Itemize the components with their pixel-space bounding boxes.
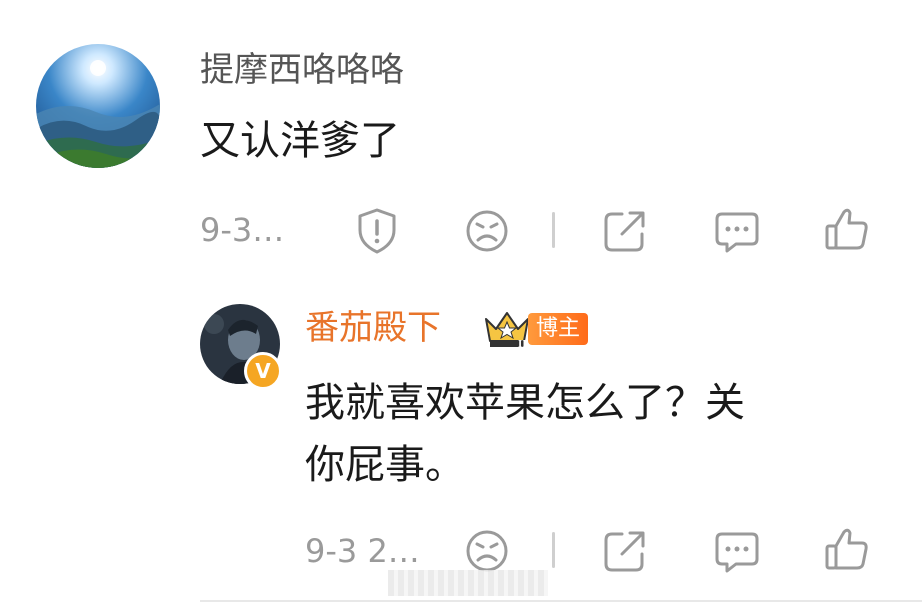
crown-icon: II	[485, 312, 529, 349]
report-icon	[358, 208, 396, 254]
dislike-button[interactable]	[462, 526, 512, 576]
share-button[interactable]	[600, 206, 650, 256]
landscape-avatar-image	[36, 44, 160, 168]
divider	[552, 212, 555, 248]
verified-badge: V	[244, 352, 282, 390]
share-icon	[604, 211, 645, 252]
dislike-button[interactable]	[462, 206, 512, 256]
comment-icon	[715, 212, 759, 253]
username[interactable]: 提摩西咯咯咯	[200, 50, 404, 90]
watermark-overlay	[388, 570, 548, 596]
like-icon	[825, 208, 868, 250]
like-button[interactable]	[822, 524, 872, 574]
sad-face-icon	[466, 210, 508, 252]
vip-badge[interactable]: II 博主	[482, 309, 598, 349]
comment-text-line-2: 你屁事。	[305, 442, 465, 488]
username[interactable]: 番茄殿下	[305, 308, 441, 348]
like-icon	[825, 528, 868, 570]
blogger-tag: 博主	[528, 313, 589, 345]
comment-text-line-1: 我就喜欢苹果怎么了？关	[305, 380, 745, 426]
reply-button[interactable]	[712, 206, 762, 256]
comment-text: 又认洋爹了	[200, 118, 400, 164]
reply-button[interactable]	[712, 526, 762, 576]
share-icon	[604, 531, 645, 572]
comment-icon	[715, 532, 759, 573]
divider	[552, 532, 555, 568]
sad-face-icon	[466, 530, 508, 572]
timestamp: 9-3…	[200, 211, 285, 249]
like-button[interactable]	[822, 204, 872, 254]
share-button[interactable]	[600, 526, 650, 576]
svg-text:II: II	[518, 340, 526, 349]
avatar[interactable]	[36, 44, 160, 168]
report-button[interactable]	[352, 206, 402, 256]
timestamp: 9-3 2…	[305, 532, 420, 570]
bottom-divider	[200, 600, 922, 602]
